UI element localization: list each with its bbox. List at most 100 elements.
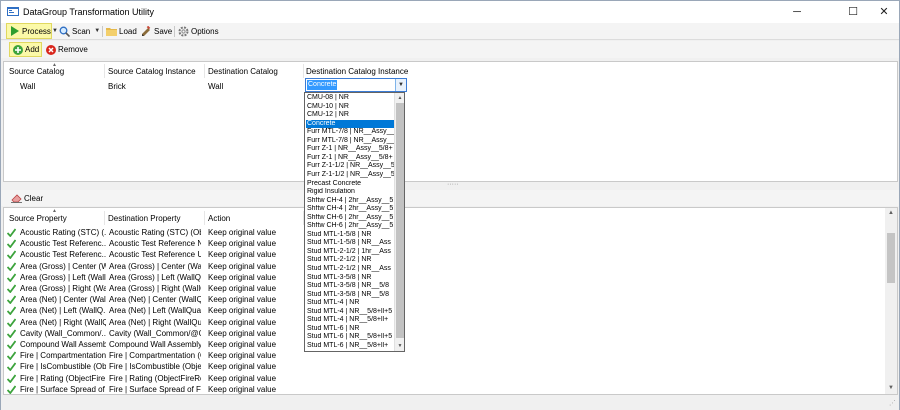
column-header-destination-catalog-instance[interactable]: Destination Catalog Instance — [306, 67, 408, 76]
dropdown-option[interactable]: Stud MTL-4 | NR — [306, 299, 394, 308]
table-row[interactable]: Area (Net) | Right (WallQ... Area (Net) |… — [4, 317, 884, 328]
column-divider[interactable] — [204, 211, 205, 225]
column-divider[interactable] — [104, 64, 105, 78]
dropdown-option[interactable]: Furr Z-1 | NR__Assy__5/8+ — [306, 145, 394, 154]
cell-action[interactable]: Keep original value — [208, 262, 276, 271]
scroll-up-arrow-icon[interactable]: ▲ — [395, 93, 404, 103]
property-grid-scroll-thumb[interactable] — [887, 233, 895, 283]
table-row[interactable]: Fire | Compartmentation (...Fire | Compa… — [4, 350, 884, 361]
scan-dropdown-arrow[interactable]: ▼ — [94, 28, 100, 34]
options-button[interactable]: Options — [178, 23, 219, 39]
cell-destination-property[interactable]: Fire | Surface Spread of Fla... — [109, 385, 201, 394]
column-divider[interactable] — [104, 211, 105, 225]
table-row[interactable]: Acoustic Rating (STC) (... Acoustic Ratin… — [4, 227, 884, 238]
table-row[interactable]: Fire | Surface Spread of ... Fire | Surfa… — [4, 384, 884, 394]
table-row[interactable]: Fire | IsCombustible (Obj... Fire | IsCom… — [4, 361, 884, 372]
process-button[interactable]: Process — [6, 23, 52, 39]
table-row[interactable]: Acoustic Test Referenc... Acoustic Test R… — [4, 238, 884, 249]
cell-source-property[interactable]: Fire | Rating (ObjectFire... — [20, 374, 106, 383]
dropdown-scrollbar[interactable]: ▲ ▼ — [394, 93, 404, 351]
dropdown-option[interactable]: Stud MTL-6 | NR__5/8+ll+5 — [306, 333, 394, 342]
cell-source-property[interactable]: Fire | IsCombustible (Obj... — [20, 362, 106, 371]
cell-action[interactable]: Keep original value — [208, 228, 276, 237]
dropdown-option[interactable]: Stud MTL-3-5/8 | NR__5/8 — [306, 282, 394, 291]
cell-source-property[interactable]: Area (Gross) | Right (Wall... — [20, 284, 106, 293]
column-header-source-catalog-instance[interactable]: Source Catalog Instance — [108, 67, 196, 76]
add-button[interactable]: Add — [9, 42, 42, 57]
cell-destination-property[interactable]: Acoustic Rating (STC) (Obj... — [109, 228, 201, 237]
cell-action[interactable]: Keep original value — [208, 318, 276, 327]
resize-grip-icon[interactable]: ⋰ — [889, 399, 896, 407]
dropdown-option[interactable]: Shftw CH-6 | 2hr__Assy__5 — [306, 214, 394, 223]
dropdown-option[interactable]: Furr MTL-7/8 | NR__Assy__ — [306, 137, 394, 146]
clear-button[interactable]: Clear — [11, 190, 43, 206]
cell-action[interactable]: Keep original value — [208, 284, 276, 293]
table-row[interactable]: Cavity (Wall_Common/... Cavity (Wall_Comm… — [4, 328, 884, 339]
cell-action[interactable]: Keep original value — [208, 250, 276, 259]
load-button[interactable]: Load — [106, 23, 137, 39]
remove-button[interactable]: Remove — [45, 42, 88, 57]
column-divider[interactable] — [303, 64, 304, 78]
cell-destination-property[interactable]: Fire | IsCombustible (Obje... — [109, 362, 201, 371]
cell-destination-property[interactable]: Acoustic Test Reference N... — [109, 239, 201, 248]
cell-destination-property[interactable]: Cavity (Wall_Common/@C... — [109, 329, 201, 338]
dropdown-option[interactable]: Shftw CH-4 | 2hr__Assy__5 — [306, 197, 394, 206]
cell-source-catalog[interactable]: Wall — [20, 82, 35, 91]
cell-source-property[interactable]: Area (Gross) | Left (Wall... — [20, 273, 106, 282]
scan-button[interactable]: Scan ▼ — [59, 23, 100, 39]
column-divider[interactable] — [204, 64, 205, 78]
table-row[interactable]: Compound Wall Assembl...Compound Wall As… — [4, 339, 884, 350]
cell-source-property[interactable]: Compound Wall Assembl... — [20, 340, 106, 349]
dropdown-option[interactable]: Furr Z-1-1/2 | NR__Assy__5 — [306, 171, 394, 180]
property-grid-scrollbar[interactable]: ▲ ▼ — [885, 208, 897, 394]
table-row[interactable]: Acoustic Test Referenc... Acoustic Test R… — [4, 249, 884, 260]
cell-destination-catalog[interactable]: Wall — [208, 82, 223, 91]
table-row[interactable]: Area (Gross) | Center (W... Area (Gross) … — [4, 261, 884, 272]
dropdown-option[interactable]: Stud MTL-1-5/8 | NR__Ass — [306, 239, 394, 248]
destination-instance-dropdown-list[interactable]: CMU-08 | NR CMU-10 | NR CMU-12 | NR Concret… — [304, 92, 405, 352]
table-row[interactable]: Area (Net) | Center (Wall... Area (Net) |… — [4, 294, 884, 305]
dropdown-option[interactable]: CMU-12 | NR — [306, 111, 394, 120]
dropdown-option[interactable]: Precast Concrete — [306, 180, 394, 189]
column-header-source-catalog[interactable]: Source Catalog — [9, 67, 64, 76]
cell-source-property[interactable]: Acoustic Test Referenc... — [20, 250, 106, 259]
cell-action[interactable]: Keep original value — [208, 306, 276, 315]
scroll-down-arrow-icon[interactable]: ▼ — [885, 383, 897, 393]
cell-destination-property[interactable]: Area (Gross) | Right (WallQ... — [109, 284, 201, 293]
cell-source-property[interactable]: Cavity (Wall_Common/... — [20, 329, 106, 338]
cell-source-property[interactable]: Area (Net) | Right (WallQ... — [20, 318, 106, 327]
table-row[interactable]: Fire | Rating (ObjectFire... Fire | Ratin… — [4, 373, 884, 384]
cell-source-property[interactable]: Area (Net) | Left (WallQ... — [20, 306, 106, 315]
dropdown-option[interactable]: Rigid Insulation — [306, 188, 394, 197]
dropdown-option[interactable]: Stud MTL-2-1/2 | NR__Ass — [306, 265, 394, 274]
cell-action[interactable]: Keep original value — [208, 329, 276, 338]
dropdown-option[interactable]: Shftw CH-6 | 2hr__Assy__5 — [306, 222, 394, 231]
dropdown-option[interactable]: Stud MTL-2-1/2 | NR — [306, 256, 394, 265]
minimize-button[interactable]: ─ — [782, 1, 812, 23]
dropdown-option[interactable]: Stud MTL-2-1/2 | 1hr__Ass — [306, 248, 394, 257]
save-button[interactable]: Save — [141, 23, 172, 39]
cell-source-property[interactable]: Fire | Surface Spread of ... — [20, 385, 106, 394]
cell-destination-property[interactable]: Area (Gross) | Center (Wal... — [109, 262, 201, 271]
chevron-down-icon[interactable]: ▼ — [395, 79, 406, 91]
dropdown-option[interactable]: Stud MTL-3-5/8 | NR__5/8 — [306, 291, 394, 300]
cell-destination-property[interactable]: Acoustic Test Reference U... — [109, 250, 201, 259]
dropdown-option[interactable]: Concrete — [306, 119, 394, 129]
table-row[interactable]: Area (Gross) | Left (Wall... Area (Gross)… — [4, 272, 884, 283]
dropdown-scroll-thumb[interactable] — [396, 103, 404, 338]
table-row[interactable]: Area (Net) | Left (WallQ... Area (Net) | … — [4, 305, 884, 316]
dropdown-option[interactable]: Furr MTL-7/8 | NR__Assy__ — [306, 128, 394, 137]
cell-destination-property[interactable]: Area (Net) | Center (WallQ... — [109, 295, 201, 304]
cell-source-catalog-instance[interactable]: Brick — [108, 82, 126, 91]
destination-instance-combobox[interactable]: Concrete ▼ — [305, 78, 407, 92]
dropdown-option[interactable]: Stud MTL-6 | NR — [306, 325, 394, 334]
cell-source-property[interactable]: Area (Net) | Center (Wall... — [20, 295, 106, 304]
cell-destination-property[interactable]: Fire | Rating (ObjectFireRes... — [109, 374, 201, 383]
cell-destination-property[interactable]: Area (Net) | Left (WallQua... — [109, 306, 201, 315]
cell-action[interactable]: Keep original value — [208, 351, 276, 360]
maximize-button[interactable]: ☐ — [838, 1, 868, 23]
column-header-source-property[interactable]: Source Property — [9, 214, 67, 223]
cell-action[interactable]: Keep original value — [208, 295, 276, 304]
dropdown-option[interactable]: Stud MTL-3-5/8 | NR — [306, 274, 394, 283]
cell-source-property[interactable]: Fire | Compartmentation (... — [20, 351, 106, 360]
